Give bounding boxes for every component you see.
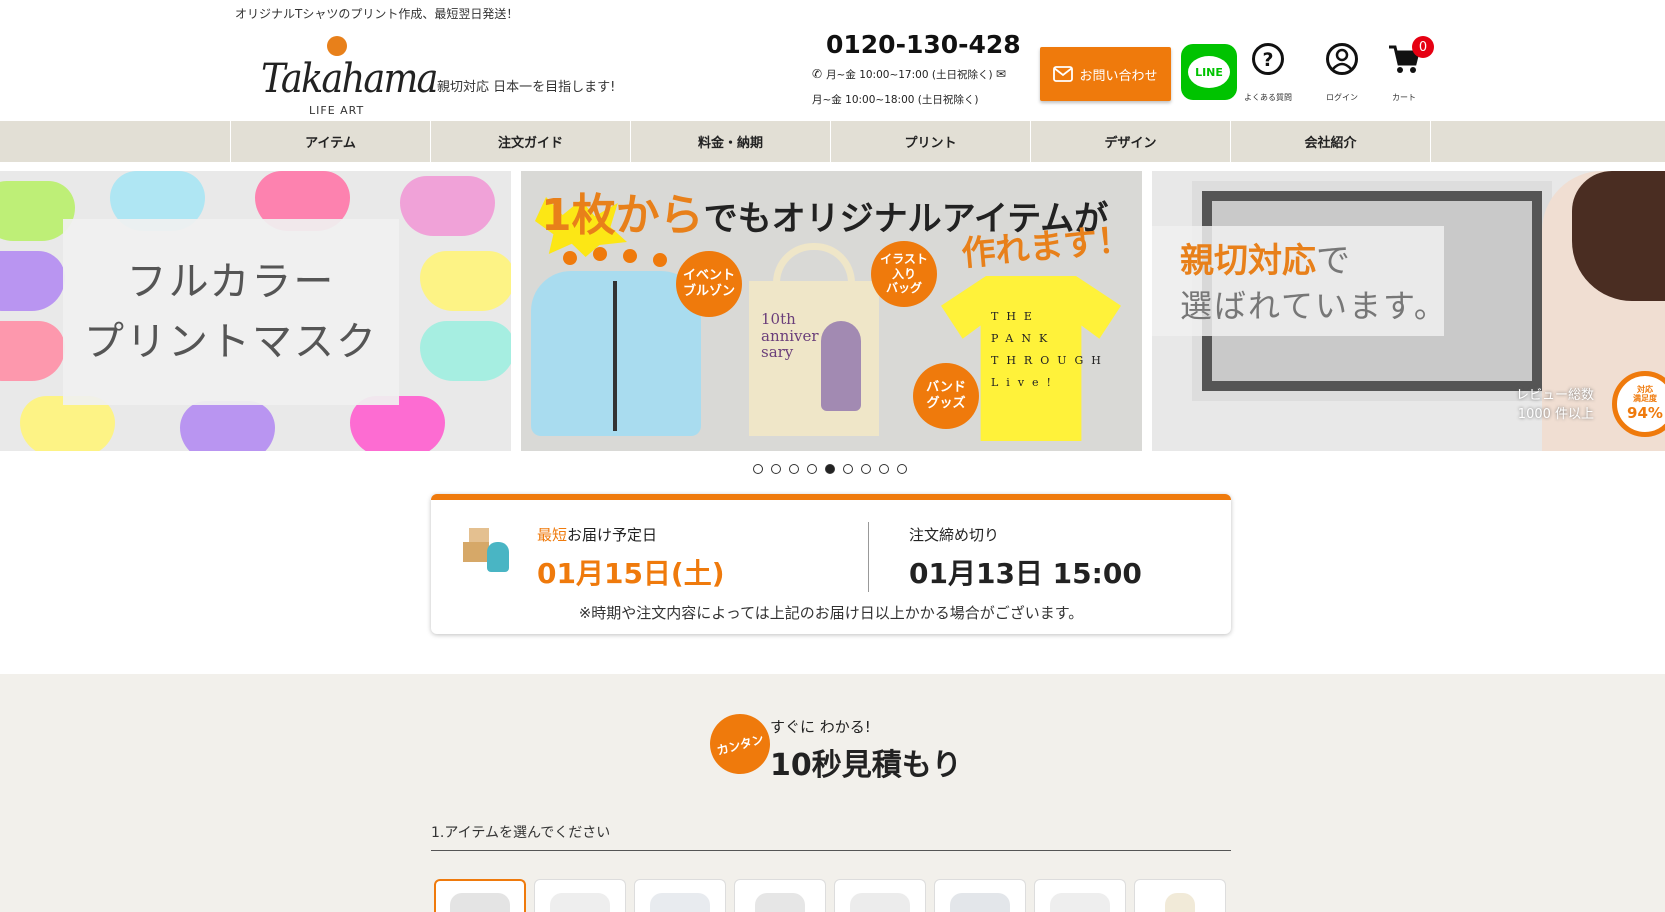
faq-link[interactable]: ? よくある質問 xyxy=(1238,42,1298,103)
line-icon: LINE xyxy=(1188,56,1230,88)
cat-illustration xyxy=(821,321,861,411)
banner-mask-line1: フルカラー xyxy=(126,259,336,305)
banner-kind-support[interactable]: 親切対応で 選ばれています。 レビュー総数 1000 件以上 対応 満足度 94… xyxy=(1152,171,1665,451)
item-card[interactable] xyxy=(1134,879,1226,912)
banner-right-copy: 親切対応で xyxy=(1180,233,1350,282)
delivery-date: 01月15日(土) xyxy=(537,557,725,590)
heading-accent: 1枚から xyxy=(541,190,704,241)
banner-right-copy2: 選ばれています。 xyxy=(1180,287,1448,325)
delivery-label-rest: お届け予定日 xyxy=(567,526,658,544)
copy-soft: で xyxy=(1316,241,1350,281)
logo-subtitle: LIFE ART xyxy=(309,104,365,117)
item-card[interactable] xyxy=(1034,879,1126,912)
item-card[interactable] xyxy=(634,879,726,912)
site-logo[interactable]: Takahama LIFE ART xyxy=(255,36,438,120)
review-count: レビュー総数 1000 件以上 xyxy=(1516,388,1595,422)
nav-item-order-guide[interactable]: 注文ガイド xyxy=(431,121,631,162)
envelope-icon xyxy=(1053,66,1074,82)
banner-mask-line2: プリントマスク xyxy=(84,319,378,365)
user-icon xyxy=(1326,43,1358,75)
phone-number[interactable]: 0120-130-428 xyxy=(826,30,1021,59)
jacket-image xyxy=(531,271,701,436)
carousel-dot[interactable] xyxy=(753,464,763,474)
mask-image xyxy=(420,321,511,381)
estimate-section: カンタン すぐに わかる! 10秒見積もり 1.アイテムを選んでください xyxy=(0,674,1665,912)
carousel-dot-active[interactable] xyxy=(825,464,835,474)
cart-count-badge: 0 xyxy=(1412,36,1434,58)
carousel-dot[interactable] xyxy=(897,464,907,474)
login-label: ログイン xyxy=(1326,93,1358,102)
item-selector xyxy=(434,879,1226,912)
carousel-dot[interactable] xyxy=(771,464,781,474)
step-divider xyxy=(431,850,1231,851)
phone-hours-text: 月~金 10:00~17:00 (土日祝除く) xyxy=(826,69,993,81)
cutoff-date: 01月13日 15:00 xyxy=(909,557,1142,590)
logo-wordmark: Takahama xyxy=(261,56,438,102)
cutoff-label: 注文締め切り xyxy=(909,526,1000,544)
nav-item-price-delivery[interactable]: 料金・納期 xyxy=(631,121,831,162)
mask-image xyxy=(0,321,65,381)
delivery-person-icon xyxy=(463,524,515,582)
delivery-divider xyxy=(868,522,869,592)
question-icon: ? xyxy=(1252,43,1284,75)
mask-image xyxy=(420,251,511,311)
svg-text:?: ? xyxy=(1262,49,1273,71)
nav-item-design[interactable]: デザイン xyxy=(1031,121,1231,162)
contact-button[interactable]: お問い合わせ xyxy=(1040,47,1171,101)
nav-item-company[interactable]: 会社紹介 xyxy=(1231,121,1431,162)
faq-label: よくある質問 xyxy=(1244,93,1292,102)
item-card[interactable] xyxy=(934,879,1026,912)
top-announcement: オリジナルTシャツのプリント作成、最短翌日発送！ xyxy=(235,7,519,21)
logo-dot xyxy=(327,36,347,56)
carousel-dot[interactable] xyxy=(879,464,889,474)
banner-mask[interactable]: フルカラー プリントマスク xyxy=(0,171,511,451)
estimate-title: 10秒見積もり xyxy=(770,748,962,783)
item-card[interactable] xyxy=(534,879,626,912)
phone-icon: ✆ xyxy=(812,67,823,81)
tote-text: 10th anniver sary xyxy=(761,310,819,361)
mask-image xyxy=(400,176,495,236)
carousel-dot[interactable] xyxy=(789,464,799,474)
login-link[interactable]: ログイン xyxy=(1312,42,1372,103)
carousel-dot[interactable] xyxy=(807,464,817,474)
tagline: 親切対応 日本一を目指します! xyxy=(437,80,616,95)
line-label: LINE xyxy=(1195,65,1223,79)
mail-icon: ✉ xyxy=(995,67,1006,81)
mask-image xyxy=(0,251,65,311)
cart-link[interactable]: 0 カート xyxy=(1374,36,1434,103)
nav-item-print[interactable]: プリント xyxy=(831,121,1031,162)
delivery-label-hl: 最短 xyxy=(537,526,568,544)
satisfaction-label: 対応 満足度 xyxy=(1633,385,1657,403)
carousel-dots xyxy=(753,464,907,474)
tshirt-text: THE PANK THROUGH Live! xyxy=(991,310,1109,389)
item-card-selected[interactable] xyxy=(434,879,526,912)
kantan-badge: カンタン xyxy=(703,707,777,781)
nav-item-items[interactable]: アイテム xyxy=(231,121,431,162)
satisfaction-value: 94% xyxy=(1627,403,1663,422)
phone-hours: ✆ 月~金 10:00~17:00 (土日祝除く) ✉ xyxy=(812,67,1010,82)
contact-label: お問い合わせ xyxy=(1079,68,1158,84)
delivery-label: 最短お届け予定日 xyxy=(537,524,657,545)
delivery-note: ※時期や注文内容によっては上記のお届け日以上かかる場合がございます。 xyxy=(578,604,1084,622)
step1-label: 1.アイテムを選んでください xyxy=(431,825,611,841)
copy-accent: 親切対応 xyxy=(1180,241,1316,281)
badge-illust-bag: イラスト 入り バッグ xyxy=(871,241,937,307)
cart-label: カート xyxy=(1392,93,1416,102)
item-card[interactable] xyxy=(734,879,826,912)
estimate-subtitle: すぐに わかる! xyxy=(770,718,871,736)
mask-text-box: フルカラー プリントマスク xyxy=(63,219,399,405)
delivery-card: 最短お届け予定日 01月15日(土) 注文締め切り 01月13日 15:00 ※… xyxy=(431,494,1231,634)
carousel-dot[interactable] xyxy=(861,464,871,474)
line-button[interactable]: LINE xyxy=(1181,44,1237,100)
item-card[interactable] xyxy=(834,879,926,912)
badge-band-goods: バンド グッズ xyxy=(913,363,979,429)
badge-event-blouson: イベント ブルゾン xyxy=(676,251,742,317)
mask-image xyxy=(180,401,275,451)
mail-hours: 月~金 10:00~18:00 (土日祝除く) xyxy=(812,94,979,106)
banner-original-items[interactable]: 1枚からでもオリジナルアイテムが 作れます！ 10th anniver sary… xyxy=(521,171,1142,451)
main-nav: アイテム 注文ガイド 料金・納期 プリント デザイン 会社紹介 xyxy=(0,121,1665,162)
carousel-dot[interactable] xyxy=(843,464,853,474)
